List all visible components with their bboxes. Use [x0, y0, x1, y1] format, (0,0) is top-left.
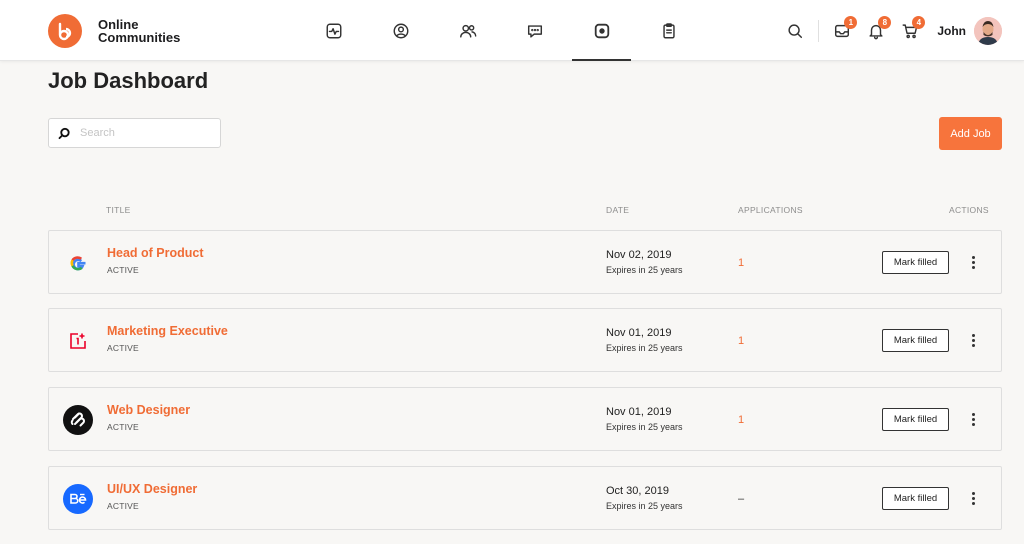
- more-actions-icon[interactable]: [963, 249, 983, 275]
- inbox-badge: 1: [844, 15, 858, 29]
- column-header-date: DATE: [606, 205, 630, 215]
- oneplus-logo-icon: [63, 326, 93, 356]
- header-actions: 1 8 4 John: [778, 0, 1002, 61]
- column-header-actions: ACTIONS: [949, 205, 989, 215]
- mark-filled-button[interactable]: Mark filled: [882, 487, 949, 510]
- job-row: Marketing Executive ACTIVE Nov 01, 2019 …: [48, 308, 1002, 372]
- job-date: Oct 30, 2019: [606, 485, 669, 497]
- column-header-title: TITLE: [106, 205, 131, 215]
- search-icon: [788, 23, 803, 38]
- search-button[interactable]: [778, 14, 812, 48]
- job-title-link[interactable]: UI/UX Designer: [107, 482, 197, 496]
- top-header: Online Communities 1 8 4 John: [0, 0, 1024, 61]
- groups-icon: [459, 24, 476, 38]
- job-row: Web Designer ACTIVE Nov 01, 2019 Expires…: [48, 387, 1002, 451]
- job-applications-count: –: [738, 493, 745, 505]
- user-name[interactable]: John: [937, 24, 966, 38]
- nav-documents[interactable]: [635, 0, 702, 61]
- job-applications-count[interactable]: 1: [738, 257, 744, 269]
- job-applications-count[interactable]: 1: [738, 335, 744, 347]
- activity-icon: [326, 23, 341, 38]
- add-job-button[interactable]: Add Job: [939, 117, 1002, 150]
- brand-name: Online Communities: [98, 18, 180, 44]
- job-date: Nov 02, 2019: [606, 249, 672, 261]
- brand-name-line2: Communities: [98, 30, 181, 45]
- job-title-link[interactable]: Head of Product: [107, 246, 204, 260]
- main-nav: [300, 0, 702, 61]
- profile-icon: [393, 23, 408, 38]
- job-date: Nov 01, 2019: [606, 327, 672, 339]
- messages-icon: [527, 24, 542, 38]
- mark-filled-button[interactable]: Mark filled: [882, 408, 949, 431]
- brand-logo[interactable]: Online Communities: [48, 14, 180, 48]
- header-divider: [818, 19, 820, 42]
- more-actions-icon[interactable]: [963, 406, 983, 432]
- job-expiry: Expires in 25 years: [606, 422, 683, 432]
- job-status: ACTIVE: [107, 343, 139, 353]
- job-date: Nov 01, 2019: [606, 406, 672, 418]
- nav-profile[interactable]: [367, 0, 434, 61]
- avatar[interactable]: [974, 16, 1002, 45]
- page-title: Job Dashboard: [48, 68, 209, 93]
- job-status: ACTIVE: [107, 265, 139, 275]
- job-row: Head of Product ACTIVE Nov 02, 2019 Expi…: [48, 230, 1002, 294]
- notifications-badge: 8: [878, 15, 892, 29]
- more-actions-icon[interactable]: [963, 485, 983, 511]
- job-title-link[interactable]: Web Designer: [107, 403, 190, 417]
- search-input[interactable]: [80, 127, 210, 139]
- job-expiry: Expires in 25 years: [606, 343, 683, 353]
- google-logo-icon: [63, 248, 93, 278]
- job-status: ACTIVE: [107, 501, 139, 511]
- search-icon: [58, 127, 70, 139]
- inbox-button[interactable]: 1: [825, 14, 859, 48]
- job-status: ACTIVE: [107, 422, 139, 432]
- job-title-link[interactable]: Marketing Executive: [107, 324, 228, 338]
- jobs-icon: [594, 23, 609, 38]
- more-actions-icon[interactable]: [963, 327, 983, 353]
- documents-icon: [662, 22, 675, 38]
- nav-messages[interactable]: [501, 0, 568, 61]
- job-expiry: Expires in 25 years: [606, 501, 683, 511]
- notifications-button[interactable]: 8: [859, 14, 893, 48]
- job-applications-count[interactable]: 1: [738, 414, 744, 426]
- squarespace-logo-icon: [63, 405, 93, 435]
- job-search[interactable]: [48, 118, 221, 148]
- column-header-applications: APPLICATIONS: [738, 205, 803, 215]
- behance-logo-icon: [63, 484, 93, 514]
- mark-filled-button[interactable]: Mark filled: [882, 329, 949, 352]
- job-row: UI/UX Designer ACTIVE Oct 30, 2019 Expir…: [48, 466, 1002, 530]
- cart-button[interactable]: 4: [893, 14, 927, 48]
- nav-jobs[interactable]: [568, 0, 635, 61]
- mark-filled-button[interactable]: Mark filled: [882, 251, 949, 274]
- brand-logo-icon: [48, 14, 82, 48]
- nav-activity[interactable]: [300, 0, 367, 61]
- cart-badge: 4: [912, 15, 926, 29]
- nav-groups[interactable]: [434, 0, 501, 61]
- avatar-image-icon: [974, 16, 1002, 45]
- job-expiry: Expires in 25 years: [606, 265, 683, 275]
